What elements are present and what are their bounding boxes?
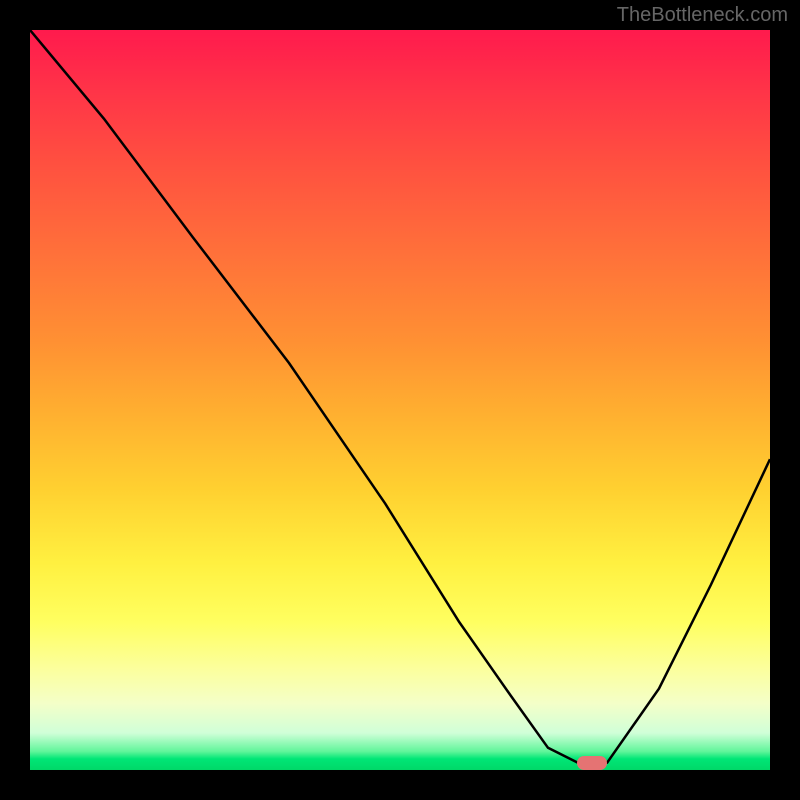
optimal-marker [577,756,607,770]
chart-plot-area [30,30,770,770]
bottleneck-curve [30,30,770,770]
watermark-text: TheBottleneck.com [617,4,788,27]
